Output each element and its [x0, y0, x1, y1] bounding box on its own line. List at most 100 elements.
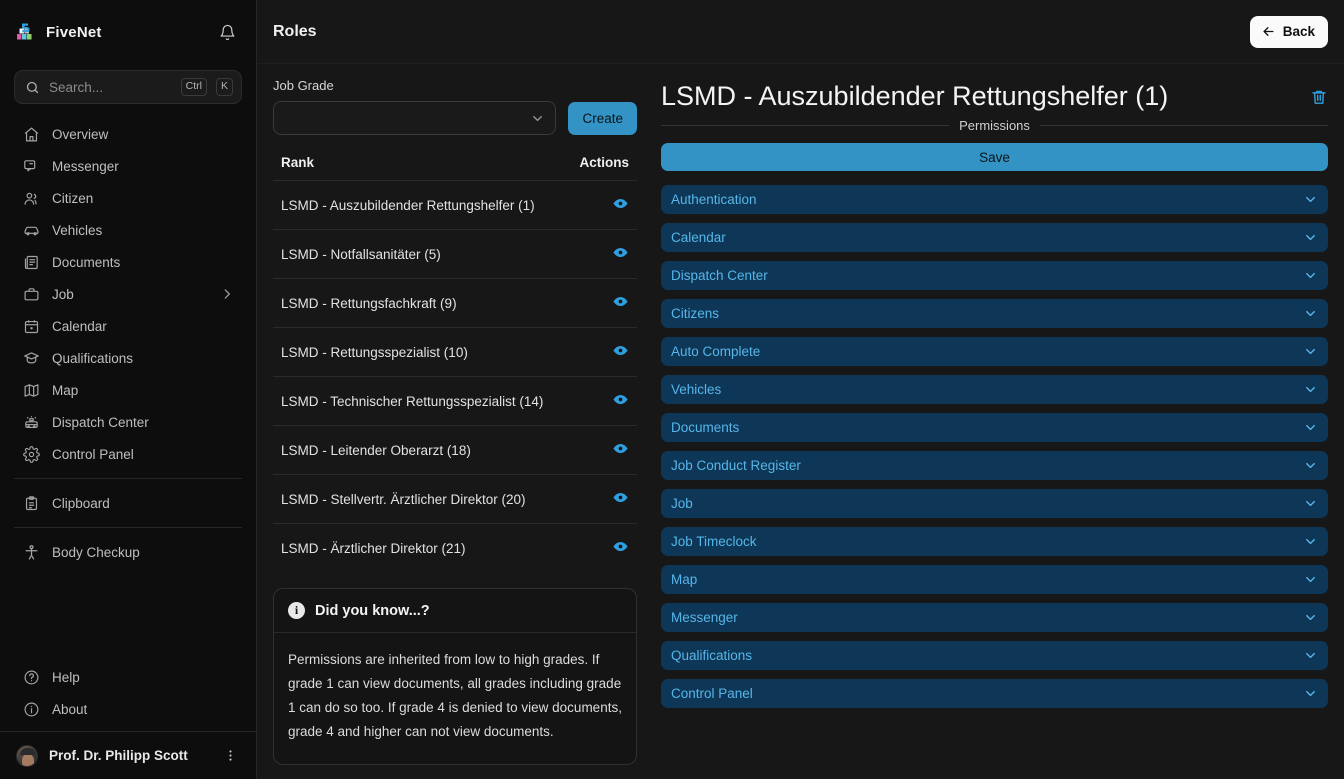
documents-icon: [22, 253, 40, 271]
eye-icon[interactable]: [612, 440, 629, 457]
sidebar-item-body-checkup[interactable]: Body Checkup: [14, 536, 242, 568]
sidebar-item-help[interactable]: Help: [14, 661, 242, 693]
user-profile-row[interactable]: Prof. Dr. Philipp Scott: [0, 731, 256, 779]
table-row[interactable]: LSMD - Technischer Rettungsspezialist (1…: [273, 376, 637, 426]
bell-icon[interactable]: [214, 19, 240, 45]
chevron-down-icon: [1303, 610, 1318, 625]
sidebar-item-messenger[interactable]: Messenger: [14, 150, 242, 182]
eye-icon[interactable]: [612, 195, 629, 212]
chevron-down-icon: [1303, 268, 1318, 283]
sidebar-item-about[interactable]: About: [14, 693, 242, 725]
actions-cell: [559, 278, 637, 328]
page-title: Roles: [273, 22, 317, 40]
eye-icon[interactable]: [612, 489, 629, 506]
role-title-row: LSMD - Auszubildender Rettungshelfer (1): [661, 78, 1328, 114]
content-area: Job Grade Create Rank Actions LSMD - Aus…: [257, 64, 1344, 779]
rank-cell: LSMD - Notfallsanitäter (5): [273, 229, 559, 279]
table-row[interactable]: LSMD - Leitender Oberarzt (18): [273, 425, 637, 475]
permission-section-label: Dispatch Center: [671, 268, 768, 283]
sidebar-item-label: Documents: [52, 254, 121, 270]
table-row[interactable]: LSMD - Ärztlicher Direktor (21): [273, 523, 637, 572]
table-row[interactable]: LSMD - Auszubildender Rettungshelfer (1): [273, 180, 637, 230]
search-kbd-key: K: [215, 78, 233, 96]
eye-icon[interactable]: [612, 244, 629, 261]
permission-section-auto-complete[interactable]: Auto Complete: [661, 337, 1328, 366]
permission-section-label: Documents: [671, 420, 740, 435]
table-row[interactable]: LSMD - Rettungsspezialist (10): [273, 327, 637, 377]
permission-section-messenger[interactable]: Messenger: [661, 603, 1328, 632]
back-button-label: Back: [1282, 24, 1315, 39]
actions-cell: [559, 327, 637, 377]
permission-section-documents[interactable]: Documents: [661, 413, 1328, 442]
sidebar-item-qualifications[interactable]: Qualifications: [14, 342, 242, 374]
permission-section-label: Auto Complete: [671, 344, 761, 359]
sidebar-item-citizen[interactable]: Citizen: [14, 182, 242, 214]
sidebar-item-control-panel[interactable]: Control Panel: [14, 438, 242, 470]
permission-section-calendar[interactable]: Calendar: [661, 223, 1328, 252]
permission-section-dispatch-center[interactable]: Dispatch Center: [661, 261, 1328, 290]
sidebar-item-label: Citizen: [52, 190, 94, 206]
actions-cell: [559, 474, 637, 524]
job-grades-panel: Job Grade Create Rank Actions LSMD - Aus…: [257, 64, 653, 779]
map-icon: [22, 381, 40, 399]
rank-cell: LSMD - Auszubildender Rettungshelfer (1): [273, 180, 559, 230]
search-input[interactable]: Search... Ctrl K: [14, 70, 242, 104]
sidebar-item-job[interactable]: Job: [14, 278, 242, 310]
kebab-menu-icon[interactable]: [221, 746, 240, 765]
eye-icon[interactable]: [612, 391, 629, 408]
sidebar-item-dispatch-center[interactable]: Dispatch Center: [14, 406, 242, 438]
sidebar-item-clipboard[interactable]: Clipboard: [14, 487, 242, 519]
permission-section-qualifications[interactable]: Qualifications: [661, 641, 1328, 670]
job-grade-select[interactable]: [273, 101, 557, 135]
create-button[interactable]: Create: [568, 101, 637, 135]
gear-icon: [22, 445, 40, 463]
actions-cell: [559, 180, 637, 230]
did-you-know-body: Permissions are inherited from low to hi…: [288, 652, 622, 739]
eye-icon[interactable]: [612, 342, 629, 359]
rank-cell: LSMD - Stellvertr. Ärztlicher Direktor (…: [273, 474, 559, 524]
permission-section-citizens[interactable]: Citizens: [661, 299, 1328, 328]
permission-section-vehicles[interactable]: Vehicles: [661, 375, 1328, 404]
permissions-divider-label: Permissions: [661, 118, 1328, 133]
permission-section-control-panel[interactable]: Control Panel: [661, 679, 1328, 708]
table-row[interactable]: LSMD - Stellvertr. Ärztlicher Direktor (…: [273, 474, 637, 524]
table-row[interactable]: LSMD - Rettungsfachkraft (9): [273, 278, 637, 328]
sidebar-item-label: Messenger: [52, 158, 119, 174]
rank-cell: LSMD - Technischer Rettungsspezialist (1…: [273, 376, 559, 426]
did-you-know-title: Did you know...?: [315, 602, 430, 619]
app-root: FiveNet Search... Ctrl K Overview Messen…: [0, 0, 1344, 779]
question-circle-icon: [22, 668, 40, 686]
avatar: [16, 744, 38, 767]
rank-cell: LSMD - Leitender Oberarzt (18): [273, 425, 559, 475]
trash-icon[interactable]: [1310, 78, 1328, 106]
eye-icon[interactable]: [612, 293, 629, 310]
chevron-down-icon: [1303, 534, 1318, 549]
sidebar-nav-group-3: Body Checkup: [0, 536, 256, 568]
actions-cell: [559, 376, 637, 426]
permission-section-job-timeclock[interactable]: Job Timeclock: [661, 527, 1328, 556]
eye-icon[interactable]: [612, 538, 629, 555]
save-button[interactable]: Save: [661, 143, 1328, 171]
sidebar-item-map[interactable]: Map: [14, 374, 242, 406]
permission-section-authentication[interactable]: Authentication: [661, 185, 1328, 214]
did-you-know-card: i Did you know...? Permissions are inher…: [273, 588, 637, 765]
sidebar-item-vehicles[interactable]: Vehicles: [14, 214, 242, 246]
sidebar-item-overview[interactable]: Overview: [14, 118, 242, 150]
sidebar-item-calendar[interactable]: Calendar: [14, 310, 242, 342]
ranks-table-body: LSMD - Auszubildender Rettungshelfer (1)…: [273, 180, 637, 572]
home-icon: [22, 125, 40, 143]
clipboard-icon: [22, 494, 40, 512]
sidebar-nav-group-2: Clipboard: [0, 487, 256, 519]
sidebar-item-label: Body Checkup: [52, 544, 140, 560]
permission-section-job-conduct-register[interactable]: Job Conduct Register: [661, 451, 1328, 480]
table-row[interactable]: LSMD - Notfallsanitäter (5): [273, 229, 637, 279]
did-you-know-header: i Did you know...?: [274, 589, 636, 633]
arrow-left-icon: [1261, 24, 1276, 39]
back-button[interactable]: Back: [1249, 15, 1328, 48]
column-header-rank: Rank: [281, 155, 315, 170]
permission-section-job[interactable]: Job: [661, 489, 1328, 518]
permission-section-map[interactable]: Map: [661, 565, 1328, 594]
sidebar-item-label: Calendar: [52, 318, 107, 334]
sidebar-item-documents[interactable]: Documents: [14, 246, 242, 278]
body-icon: [22, 543, 40, 561]
